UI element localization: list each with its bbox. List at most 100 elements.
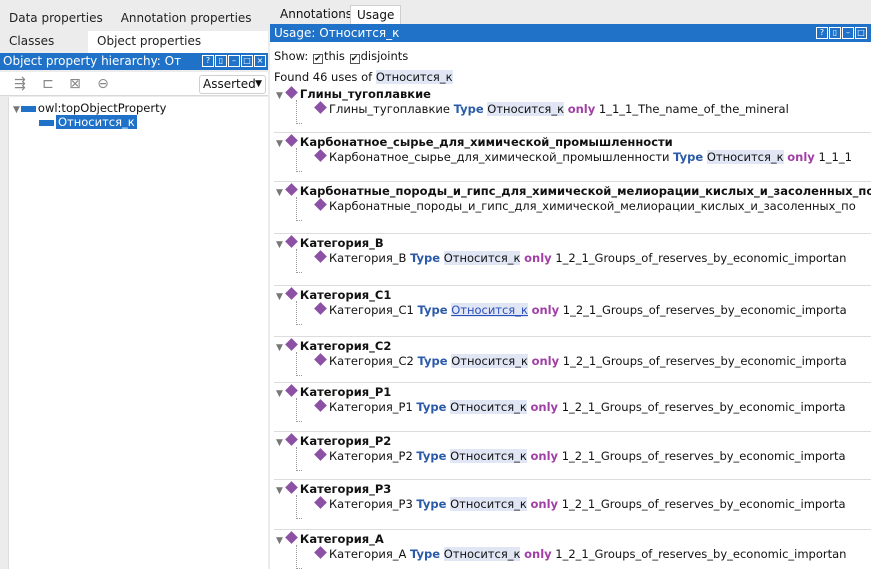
usage-axiom[interactable]: Категория_C1 Type Относится_к only 1_2_1… bbox=[314, 302, 847, 317]
hierarchy-toolbar: ⇶ ⊏ ⊠ ⊖ Asserted ▼ bbox=[0, 72, 268, 96]
axiom-filler: 1_2_1_Groups_of_reserves_by_economic_imp… bbox=[561, 449, 846, 463]
hierarchy-header: Object property hierarchy: От ? ▯ – □ × bbox=[0, 53, 268, 70]
tree-node-root[interactable]: ▼ owl:topObjectProperty bbox=[13, 101, 166, 115]
usage-axiom[interactable]: Глины_тугоплавкие Type Относится_к only … bbox=[314, 101, 789, 116]
usage-axiom[interactable]: Карбонатное_сырье_для_химической_промышл… bbox=[314, 149, 852, 164]
expand-triangle-icon[interactable]: ▼ bbox=[276, 438, 283, 448]
tree-connector bbox=[296, 352, 297, 376]
usage-block-header[interactable]: ▼ Категория_P2 bbox=[276, 433, 391, 448]
block-separator bbox=[274, 181, 871, 182]
expand-triangle-icon[interactable]: ▼ bbox=[276, 343, 283, 353]
show-filter-row: Show: ✔ this ✔ disjoints bbox=[274, 49, 408, 64]
only-keyword: only bbox=[530, 449, 559, 463]
tab-classes[interactable]: Classes bbox=[0, 31, 88, 53]
usage-block: ▼ Карбонатные_породы_и_гипс_для_химическо… bbox=[274, 181, 871, 233]
help-icon[interactable]: ? bbox=[202, 55, 214, 67]
expand-triangle-icon[interactable]: ▼ bbox=[276, 139, 283, 149]
usage-axiom[interactable]: Категория_P2 Type Относится_к only 1_2_1… bbox=[314, 448, 846, 463]
usage-block-header[interactable]: ▼ Карбонатное_сырье_для_химической_промыш… bbox=[276, 134, 673, 149]
usage-block: ▼ Категория_B Категория_B Type Относится_к… bbox=[274, 233, 871, 285]
axiom-property: Относится_к bbox=[450, 497, 527, 511]
pin-icon[interactable]: ▯ bbox=[215, 55, 227, 67]
maximize-icon[interactable]: □ bbox=[241, 55, 253, 67]
axiom-subject: Категория_A bbox=[329, 547, 407, 561]
individual-icon bbox=[314, 448, 327, 461]
usage-block: ▼ Категория_A Категория_A Type Относится_к… bbox=[274, 529, 871, 569]
usage-block-header[interactable]: ▼ Категория_C1 bbox=[276, 287, 391, 302]
right-tabs: Annotations Usage bbox=[270, 0, 871, 24]
expand-triangle-icon[interactable]: ▼ bbox=[276, 486, 283, 496]
tree-connector bbox=[296, 324, 302, 325]
tree-connector bbox=[296, 470, 302, 471]
tab-object-properties[interactable]: Object properties bbox=[88, 31, 268, 53]
individual-icon bbox=[314, 496, 327, 509]
show-label: Show: bbox=[274, 49, 309, 63]
usage-block-header[interactable]: ▼ Категория_A bbox=[276, 531, 384, 546]
add-sibling-property-icon[interactable]: ⊏ bbox=[40, 76, 56, 92]
close-icon[interactable]: × bbox=[254, 55, 266, 67]
individual-name: Категория_B bbox=[299, 236, 384, 250]
only-keyword: only bbox=[531, 354, 560, 368]
minimize-icon[interactable]: – bbox=[842, 27, 854, 39]
expand-triangle-icon[interactable]: ▼ bbox=[276, 188, 283, 198]
asserted-dropdown[interactable]: Asserted ▼ bbox=[199, 75, 266, 94]
axiom-property: Относится_к bbox=[706, 150, 784, 164]
block-separator bbox=[274, 285, 871, 286]
tab-data-properties[interactable]: Data properties bbox=[0, 8, 112, 30]
tree-node-child[interactable]: Относится_к bbox=[39, 115, 137, 129]
minimize-icon[interactable]: – bbox=[228, 55, 240, 67]
this-checkbox[interactable]: ✔ bbox=[312, 54, 323, 64]
individual-name: Категория_P1 bbox=[299, 385, 392, 399]
expand-triangle-icon[interactable]: ▼ bbox=[276, 389, 283, 399]
add-subproperty-icon[interactable]: ⇶ bbox=[12, 76, 28, 92]
usage-block-header[interactable]: ▼ Категория_P1 bbox=[276, 384, 392, 399]
usage-title: Usage: Относится_к bbox=[274, 26, 400, 40]
found-prefix: Found 46 uses of bbox=[274, 70, 373, 84]
chevron-down-icon: ▼ bbox=[255, 79, 262, 89]
usage-block-header[interactable]: ▼ Категория_P3 bbox=[276, 481, 391, 496]
tree-connector bbox=[296, 197, 297, 221]
usage-axiom[interactable]: Категория_P1 Type Относится_к only 1_2_1… bbox=[314, 399, 846, 414]
tab-usage[interactable]: Usage bbox=[350, 5, 402, 24]
tree-connector bbox=[296, 220, 302, 221]
expand-triangle-icon[interactable]: ▼ bbox=[276, 536, 283, 546]
usage-axiom[interactable]: Категория_P3 Type Относится_к only 1_2_1… bbox=[314, 496, 846, 511]
usage-block-header[interactable]: ▼ Категория_B bbox=[276, 235, 384, 250]
usage-header: Usage: Относится_к ? ▯ – □ bbox=[270, 24, 871, 42]
axiom-subject: Категория_P1 bbox=[329, 400, 413, 414]
disjoints-checkbox[interactable]: ✔ bbox=[349, 54, 360, 64]
individual-icon bbox=[314, 101, 327, 114]
usage-axiom[interactable]: Категория_A Type Относится_к only 1_2_1_… bbox=[314, 546, 846, 561]
usage-axiom[interactable]: Категория_B Type Относится_к only 1_2_1_… bbox=[314, 250, 846, 265]
help-icon[interactable]: ? bbox=[816, 27, 828, 39]
usage-block: ▼ Категория_P3 Категория_P3 Type Относится… bbox=[274, 479, 871, 531]
usage-block: ▼ Категория_P1 Категория_P1 Type Относится… bbox=[274, 382, 871, 434]
tree-connector bbox=[296, 148, 297, 172]
axiom-property[interactable]: Относится_к bbox=[451, 303, 528, 317]
tree-connector bbox=[296, 249, 297, 273]
maximize-icon[interactable]: □ bbox=[855, 27, 867, 39]
expand-triangle-icon[interactable]: ▼ bbox=[276, 91, 283, 101]
expand-triangle-icon[interactable]: ▼ bbox=[13, 105, 20, 115]
tree-connector bbox=[296, 518, 302, 519]
usage-block-header[interactable]: ▼ Глины_тугоплавкие bbox=[276, 86, 431, 101]
axiom-subject: Категория_B bbox=[329, 251, 407, 265]
axiom-subject: Категория_P3 bbox=[329, 497, 413, 511]
only-keyword: only bbox=[524, 547, 552, 561]
tab-annotations[interactable]: Annotations bbox=[274, 5, 358, 24]
expand-triangle-icon[interactable]: ▼ bbox=[276, 292, 283, 302]
usage-block-header[interactable]: ▼ Категория_C2 bbox=[276, 338, 391, 353]
tab-annotation-properties[interactable]: Annotation properties bbox=[112, 8, 261, 30]
expand-triangle-icon[interactable]: ▼ bbox=[276, 240, 283, 250]
individual-icon bbox=[285, 433, 298, 446]
pin-icon[interactable]: ▯ bbox=[829, 27, 841, 39]
axiom-subject: Карбонатное_сырье_для_химической_промышл… bbox=[329, 150, 670, 164]
usage-block-header[interactable]: ▼ Карбонатные_породы_и_гипс_для_химическо… bbox=[276, 183, 871, 198]
tree-connector bbox=[296, 375, 302, 376]
search-icon[interactable]: ⊖ bbox=[95, 76, 111, 92]
usage-axiom[interactable]: Карбонатные_породы_и_гипс_для_химической… bbox=[314, 198, 856, 213]
axiom-subject: Категория_C1 bbox=[329, 303, 414, 317]
usage-axiom[interactable]: Категория_C2 Type Относится_к only 1_2_1… bbox=[314, 353, 847, 368]
asserted-value: Asserted bbox=[203, 77, 256, 91]
delete-property-icon[interactable]: ⊠ bbox=[67, 76, 83, 92]
